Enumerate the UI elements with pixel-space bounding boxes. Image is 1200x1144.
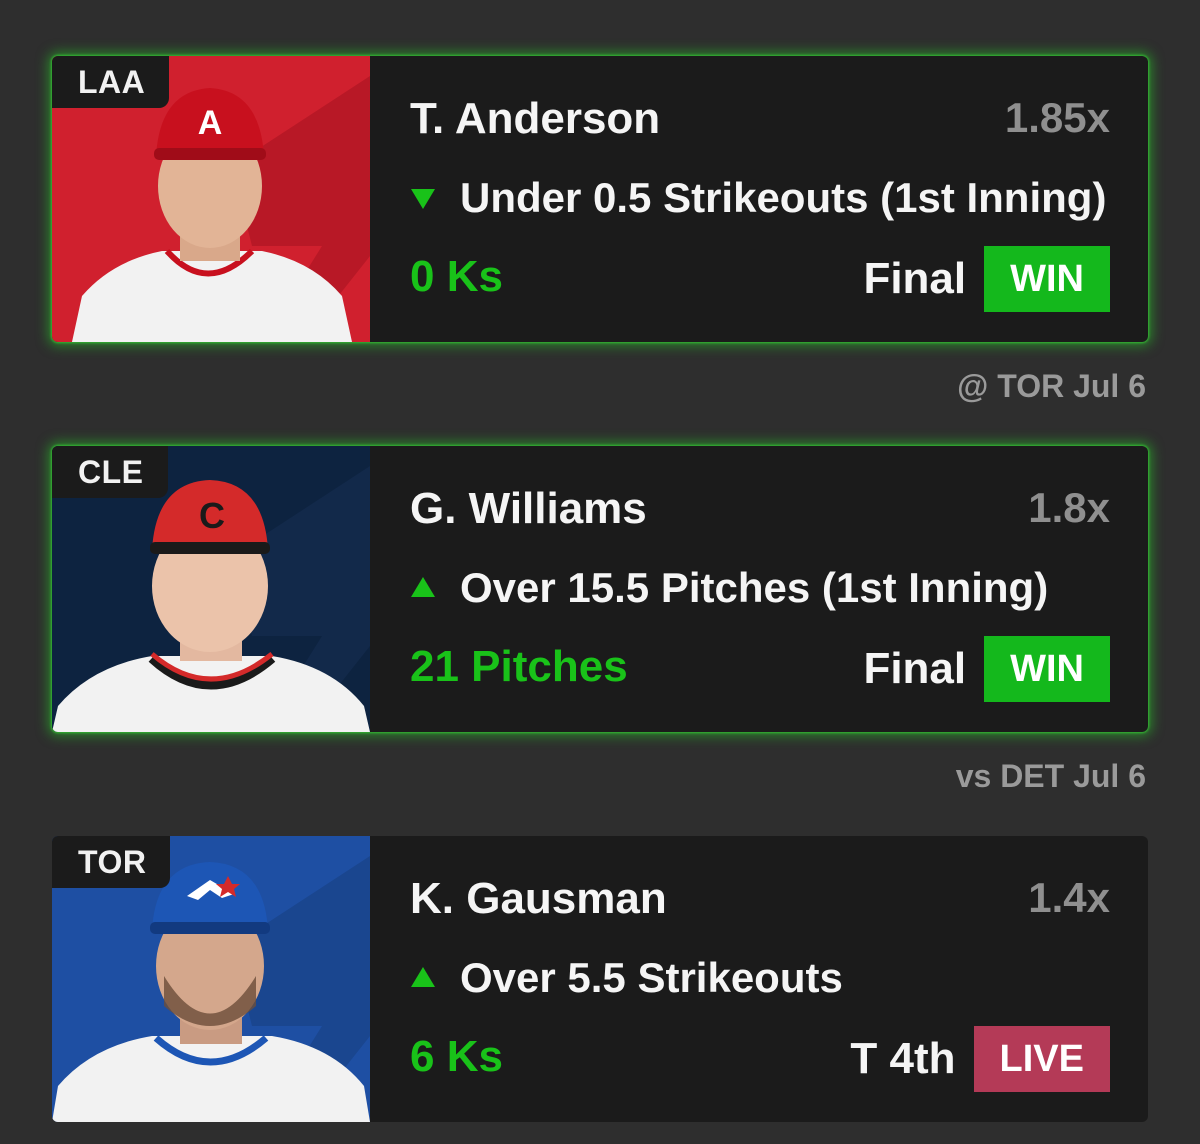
win-badge: WIN — [984, 636, 1110, 702]
player-photo: A LAA — [52, 56, 370, 342]
pick-line: Over 15.5 Pitches (1st Inning) — [410, 564, 1048, 612]
game-status: Final — [863, 254, 967, 303]
triangle-up-icon — [411, 967, 435, 987]
payout-multiplier: 1.85x — [1004, 94, 1110, 141]
game-info: vs DET Jul 6 — [955, 758, 1146, 794]
pick-description: Over 5.5 Strikeouts — [460, 954, 843, 1001]
player-name: G. Williams — [410, 484, 647, 533]
status-group: Final WIN — [863, 636, 1110, 702]
player-photo: TOR — [52, 836, 370, 1122]
win-badge: WIN — [984, 246, 1110, 312]
pick-line: Over 5.5 Strikeouts — [410, 954, 843, 1002]
status-group: Final WIN — [863, 246, 1110, 312]
status-group: T 4th LIVE — [850, 1026, 1110, 1092]
result-value: 6 Ks — [410, 1032, 503, 1081]
pick-description: Over 15.5 Pitches (1st Inning) — [460, 564, 1049, 611]
pick-card[interactable]: TOR K. Gausman 1.4x Over 5.5 Strikeouts … — [52, 836, 1148, 1122]
player-name: T. Anderson — [410, 94, 661, 143]
result-value: 0 Ks — [410, 252, 503, 301]
pick-info: G. Williams 1.8x Over 15.5 Pitches (1st … — [370, 446, 1148, 732]
player-name: K. Gausman — [410, 874, 667, 923]
pick-info: T. Anderson 1.85x Under 0.5 Strikeouts (… — [370, 56, 1148, 342]
triangle-down-icon — [411, 189, 435, 209]
svg-text:A: A — [198, 104, 223, 142]
pick-line: Under 0.5 Strikeouts (1st Inning) — [410, 174, 1106, 222]
game-status: Final — [863, 644, 967, 693]
team-tag: TOR — [52, 836, 171, 888]
result-value: 21 Pitches — [410, 642, 628, 691]
live-badge: LIVE — [973, 1026, 1110, 1092]
team-tag: LAA — [52, 56, 170, 108]
player-photo: C CLE — [52, 446, 370, 732]
game-status: T 4th — [850, 1034, 956, 1083]
svg-text:C: C — [199, 495, 225, 536]
payout-multiplier: 1.4x — [1028, 874, 1110, 921]
pick-card[interactable]: A LAA T. Anderson 1.85x Under 0.5 Strike… — [52, 56, 1148, 342]
pick-info: K. Gausman 1.4x Over 5.5 Strikeouts 6 Ks… — [370, 836, 1148, 1122]
team-tag: CLE — [52, 446, 168, 498]
picks-page: A LAA T. Anderson 1.85x Under 0.5 Strike… — [0, 0, 1200, 1144]
game-info: @ TOR Jul 6 — [957, 368, 1146, 404]
pick-description: Under 0.5 Strikeouts (1st Inning) — [460, 174, 1107, 221]
pick-card[interactable]: C CLE G. Williams 1.8x Over 15.5 Pitches… — [52, 446, 1148, 732]
payout-multiplier: 1.8x — [1028, 484, 1110, 531]
triangle-up-icon — [411, 577, 435, 597]
